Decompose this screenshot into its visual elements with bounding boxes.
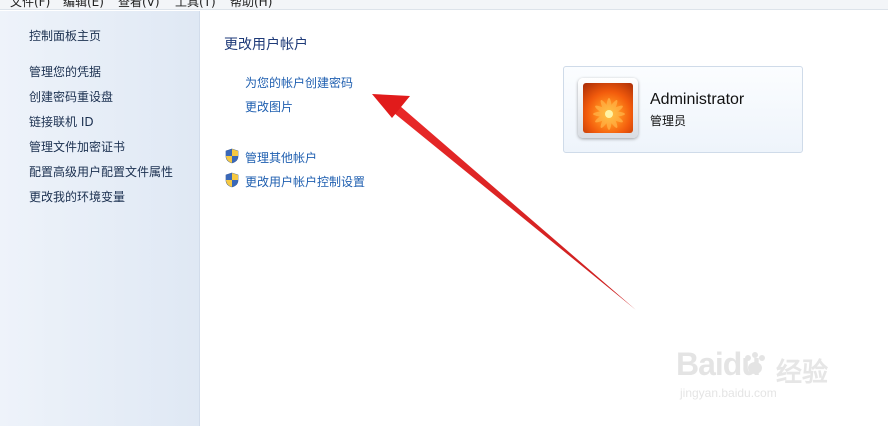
menu-edit[interactable]: 编辑(E) — [63, 0, 104, 9]
uac-shield-icon — [225, 148, 239, 164]
baidu-paw-icon — [745, 352, 765, 374]
sidebar-item-manage-credentials[interactable]: 管理您的凭据 — [29, 63, 101, 80]
red-arrow-annotation — [372, 94, 636, 310]
menu-file[interactable]: 文件(F) — [10, 0, 50, 9]
account-name: Administrator — [650, 91, 745, 108]
watermark-sub: 经验 — [776, 358, 829, 388]
menu-bar: 文件(F) 编辑(E) 查看(V) 工具(T) 帮助(H) — [0, 0, 888, 10]
manage-other-accounts-link[interactable]: 管理其他帐户 — [245, 149, 317, 166]
uac-settings-link[interactable]: 更改用户帐户控制设置 — [245, 173, 365, 190]
watermark-url: jingyan.baidu.com — [680, 386, 777, 400]
sidebar-item-advanced-profile-properties[interactable]: 配置高级用户配置文件属性 — [29, 163, 173, 180]
sidebar-item-environment-variables[interactable]: 更改我的环境变量 — [29, 188, 125, 205]
account-role: 管理员 — [650, 114, 687, 128]
menu-tools[interactable]: 工具(T) — [175, 0, 216, 9]
create-password-link[interactable]: 为您的帐户创建密码 — [245, 74, 353, 91]
uac-shield-icon — [225, 172, 239, 188]
sidebar: 控制面板主页 管理您的凭据 创建密码重设盘 链接联机 ID 管理文件加密证书 配… — [0, 11, 200, 426]
menu-view[interactable]: 查看(V) — [118, 0, 160, 9]
sidebar-item-link-online-id[interactable]: 链接联机 ID — [29, 113, 94, 130]
sidebar-item-encryption-certificates[interactable]: 管理文件加密证书 — [29, 138, 125, 155]
sidebar-item-control-panel-home[interactable]: 控制面板主页 — [29, 27, 101, 44]
sidebar-item-password-reset-disk[interactable]: 创建密码重设盘 — [29, 88, 113, 105]
change-picture-link[interactable]: 更改图片 — [245, 98, 293, 115]
menu-help[interactable]: 帮助(H) — [230, 0, 272, 9]
baidu-watermark: Baidu 经验 jingyan.baidu.com — [676, 346, 836, 406]
page-title: 更改用户帐户 — [224, 37, 308, 53]
